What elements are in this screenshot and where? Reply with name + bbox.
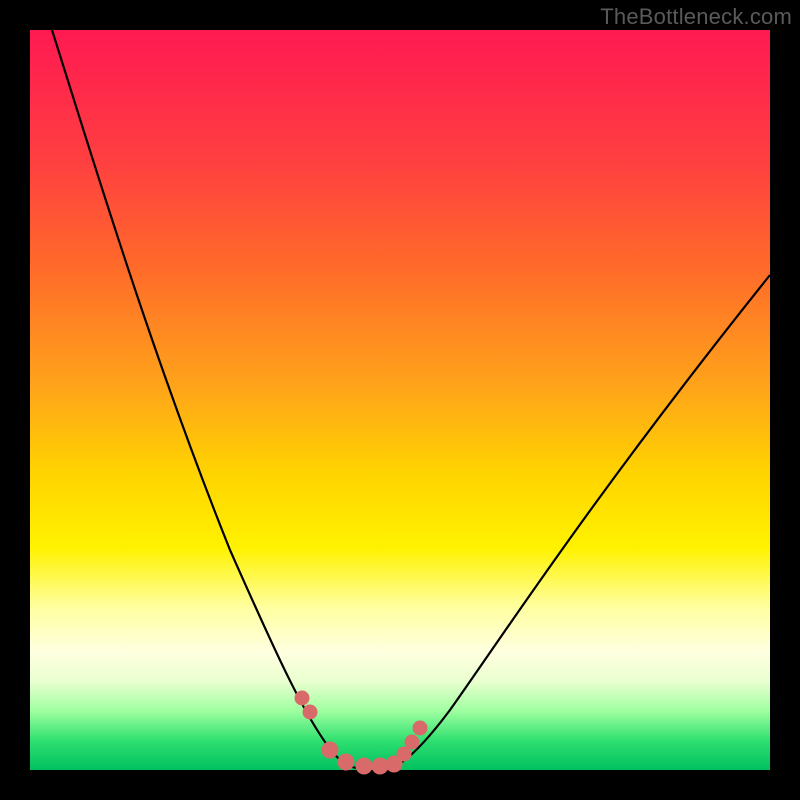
chart-frame: TheBottleneck.com bbox=[0, 0, 800, 800]
curve-right-arm bbox=[390, 275, 770, 768]
watermark-text: TheBottleneck.com bbox=[600, 4, 792, 30]
curve-left-arm bbox=[52, 30, 358, 768]
plot-area bbox=[30, 30, 770, 770]
trough-markers bbox=[295, 691, 427, 774]
bottleneck-curve bbox=[30, 30, 770, 770]
